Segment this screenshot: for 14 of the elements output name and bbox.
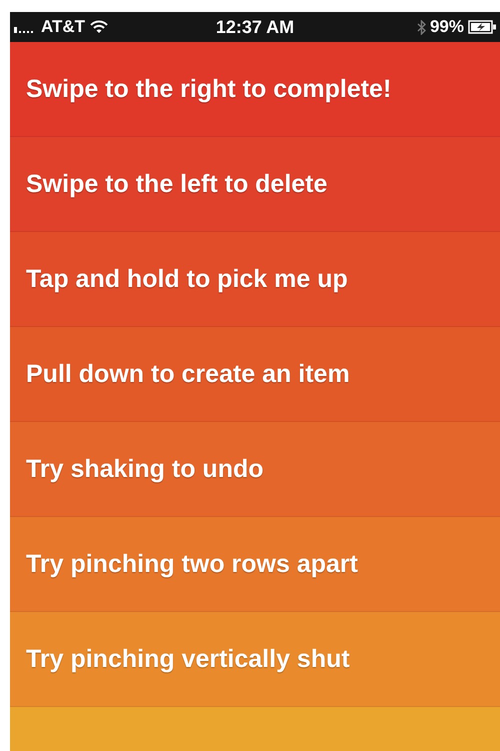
wifi-icon [90, 20, 108, 34]
todo-item[interactable]: Try pinching two rows apart [10, 517, 500, 612]
todo-item[interactable]: Swipe to the left to delete [10, 137, 500, 232]
bluetooth-icon [416, 20, 426, 34]
carrier-name: AT&T [41, 17, 86, 37]
todo-item[interactable]: Try pinching vertically shut [10, 612, 500, 707]
battery-icon [468, 20, 496, 34]
clock-time: 12:37 AM [216, 16, 294, 38]
todo-item[interactable]: Swipe to the right to complete! [10, 42, 500, 137]
signal-icon [14, 27, 36, 33]
todo-item[interactable]: Try shaking to undo [10, 422, 500, 517]
battery-percent: 99% [430, 17, 464, 37]
todo-item[interactable]: Tap and hold to pick me up [10, 232, 500, 327]
todo-item[interactable]: Pull down to create an item [10, 327, 500, 422]
